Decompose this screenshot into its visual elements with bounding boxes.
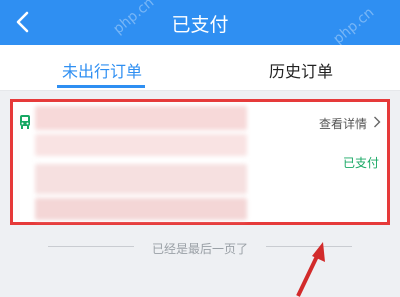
chevron-right-icon[interactable] bbox=[373, 116, 381, 128]
redacted-trip-details bbox=[35, 164, 247, 194]
redacted-passenger-info bbox=[35, 198, 247, 220]
bus-icon bbox=[20, 115, 30, 129]
tab-history-orders[interactable]: 历史订单 bbox=[269, 58, 333, 82]
active-tab-indicator bbox=[57, 85, 145, 88]
view-details-link[interactable]: 查看详情 bbox=[319, 115, 367, 132]
annotation-arrow-icon bbox=[296, 242, 325, 297]
tab-upcoming-orders[interactable]: 未出行订单 bbox=[62, 58, 142, 82]
redacted-route-info bbox=[35, 106, 247, 130]
app-header: 已支付 php.cn php.cn bbox=[0, 0, 400, 47]
end-of-list-text: 已经是最后一页了 bbox=[151, 242, 248, 256]
order-status-badge: 已支付 bbox=[342, 156, 379, 170]
order-tabs: 未出行订单 历史订单 bbox=[0, 45, 400, 91]
redacted-trip-info bbox=[35, 134, 247, 156]
order-card[interactable]: 查看详情 已支付 bbox=[10, 99, 390, 225]
